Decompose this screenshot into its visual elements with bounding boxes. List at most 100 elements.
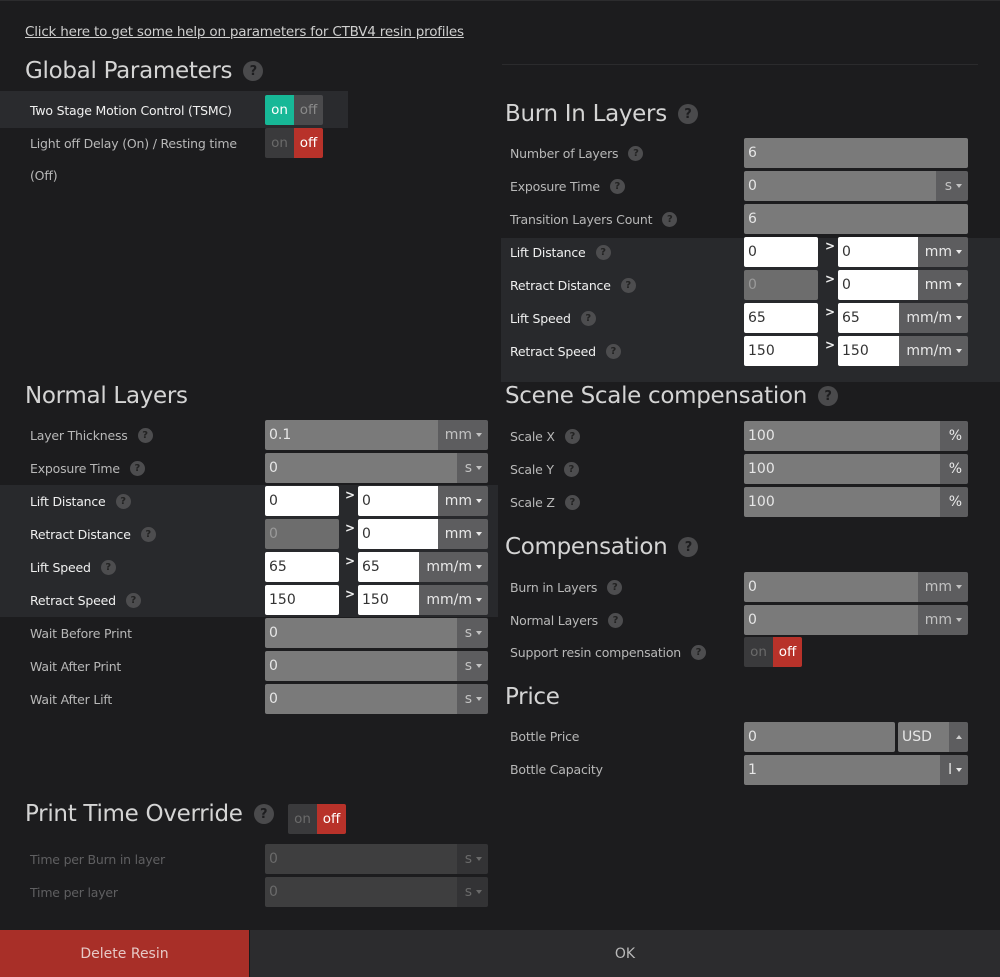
time-per-layer-input[interactable]: 0 [265,877,457,907]
burn-exposure-unit-select[interactable]: s [936,171,968,201]
burn-exposure-input[interactable]: 0 [744,171,936,201]
help-icon[interactable]: ? [818,386,839,406]
help-icon[interactable]: ? [100,559,116,575]
normal-retract-distance-2-input[interactable]: 0 [358,519,438,549]
layer-thickness-input[interactable]: 0.1 [265,420,438,450]
help-icon[interactable]: ? [137,427,153,443]
help-icon[interactable]: ? [580,310,596,326]
help-icon[interactable]: ? [253,804,274,824]
help-icon[interactable]: ? [609,178,625,194]
help-icon[interactable]: ? [690,644,706,660]
scale-x-input[interactable]: 100 [744,421,940,451]
normal-lift-speed-1-input[interactable]: 65 [265,552,339,582]
normal-lift-distance-unit-select[interactable]: mm [438,486,488,516]
toggle-on[interactable]: on [288,804,317,834]
light-off-toggle[interactable]: on off [265,128,323,158]
burn-num-layers-label: Number of Layers? [510,138,644,168]
burn-retract-speed-2-input[interactable]: 150 [838,336,899,366]
burn-retract-speed-unit-select[interactable]: mm/m [899,336,968,366]
wait-after-print-input[interactable]: 0 [265,651,457,681]
bottle-capacity-unit-select[interactable]: l [940,755,968,785]
support-resin-toggle[interactable]: on off [744,637,802,667]
ok-button[interactable]: OK [249,930,1000,977]
normal-retract-distance-1-input[interactable]: 0 [265,519,339,549]
burn-transition-input[interactable]: 6 [744,204,968,234]
help-icon[interactable]: ? [595,244,611,260]
wait-after-print-unit-select[interactable]: s [457,651,488,681]
bottle-price-input[interactable]: 0 [744,722,895,752]
normal-lift-speed-unit-select[interactable]: mm/m [419,552,488,582]
time-per-layer-unit-select[interactable]: s [457,877,488,907]
burn-lift-speed-1-input[interactable]: 65 [744,303,818,333]
burn-retract-distance-unit-select[interactable]: mm [918,270,968,300]
help-icon[interactable]: ? [605,343,621,359]
toggle-off[interactable]: off [773,637,802,667]
toggle-off[interactable]: off [294,95,323,125]
print-time-override-toggle[interactable]: on off [288,804,346,834]
normal-retract-distance-unit-select[interactable]: mm [438,519,488,549]
help-icon[interactable]: ? [564,494,580,510]
help-icon[interactable]: ? [678,537,699,557]
delete-resin-button[interactable]: Delete Resin [0,930,249,977]
burn-retract-distance-1-input[interactable]: 0 [744,270,818,300]
toggle-on[interactable]: on [265,95,294,125]
time-per-burn-unit-select[interactable]: s [457,844,488,874]
currency-select[interactable]: USD [898,722,949,752]
burn-lift-speed-unit-select[interactable]: mm/m [899,303,968,333]
burn-retract-speed-1-input[interactable]: 150 [744,336,818,366]
comp-normal-unit-select[interactable]: mm [918,605,968,635]
comp-burn-unit-select[interactable]: mm [918,572,968,602]
normal-retract-speed-label: Retract Speed? [30,585,141,615]
burn-in-layers-title: Burn In Layers [505,101,667,127]
normal-lift-distance-label: Lift Distance? [30,486,131,516]
toggle-on[interactable]: on [744,637,773,667]
help-icon[interactable]: ? [129,460,145,476]
normal-retract-speed-2-input[interactable]: 150 [358,585,419,615]
time-per-burn-input[interactable]: 0 [265,844,457,874]
scale-z-input[interactable]: 100 [744,487,940,517]
scale-y-input[interactable]: 100 [744,454,940,484]
normal-exposure-input[interactable]: 0 [265,453,457,483]
burn-lift-speed-2-input[interactable]: 65 [838,303,899,333]
chevron-down-icon [476,890,482,894]
help-icon[interactable]: ? [243,61,264,81]
help-icon[interactable]: ? [607,579,623,595]
toggle-off[interactable]: off [294,128,323,158]
normal-retract-speed-unit-select[interactable]: mm/m [419,585,488,615]
arrow-separator: > [345,554,356,568]
help-icon[interactable]: ? [125,592,141,608]
burn-lift-distance-2-input[interactable]: 0 [838,237,918,267]
normal-exposure-unit-select[interactable]: s [457,453,488,483]
toggle-on[interactable]: on [265,128,294,158]
normal-retract-speed-1-input[interactable]: 150 [265,585,339,615]
comp-burn-input[interactable]: 0 [744,572,918,602]
burn-lift-distance-unit-select[interactable]: mm [918,237,968,267]
burn-retract-distance-2-input[interactable]: 0 [838,270,918,300]
help-icon[interactable]: ? [564,428,580,444]
bottle-capacity-input[interactable]: 1 [744,755,940,785]
currency-dropdown-button[interactable] [949,722,968,752]
wait-before-print-unit-select[interactable]: s [457,618,488,648]
toggle-off[interactable]: off [317,804,346,834]
help-icon[interactable]: ? [563,461,579,477]
wait-after-lift-input[interactable]: 0 [265,684,457,714]
help-icon[interactable]: ? [662,211,678,227]
help-icon[interactable]: ? [620,277,636,293]
help-icon[interactable]: ? [115,493,131,509]
help-link[interactable]: Click here to get some help on parameter… [25,24,464,40]
help-icon[interactable]: ? [677,104,698,124]
burn-lift-distance-1-input[interactable]: 0 [744,237,818,267]
layer-thickness-unit-select[interactable]: mm [438,420,488,450]
wait-before-print-input[interactable]: 0 [265,618,457,648]
tsmc-toggle[interactable]: on off [265,95,323,125]
normal-lift-speed-2-input[interactable]: 65 [358,552,419,582]
help-icon[interactable]: ? [140,526,156,542]
burn-num-layers-input[interactable]: 6 [744,138,968,168]
normal-lift-distance-1-input[interactable]: 0 [265,486,339,516]
help-icon[interactable]: ? [607,612,623,628]
comp-normal-input[interactable]: 0 [744,605,918,635]
help-icon[interactable]: ? [628,145,644,161]
normal-lift-distance-2-input[interactable]: 0 [358,486,438,516]
wait-after-lift-unit-select[interactable]: s [457,684,488,714]
light-off-delay-label-2: (Off) [30,167,58,183]
